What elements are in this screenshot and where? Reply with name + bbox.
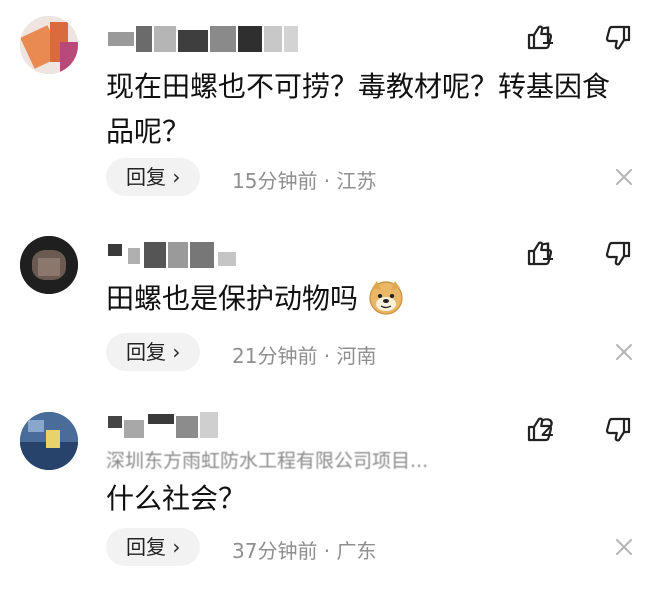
dislike-button[interactable] bbox=[604, 240, 634, 270]
like-count: 1 bbox=[540, 238, 556, 266]
region: 河南 bbox=[336, 344, 377, 368]
close-button[interactable] bbox=[614, 537, 634, 557]
comment-meta: 21分钟前 · 河南 bbox=[232, 340, 377, 369]
region: 广东 bbox=[336, 539, 377, 563]
timestamp: 37分钟前 bbox=[232, 539, 318, 563]
reply-button[interactable]: 回复 › bbox=[106, 333, 201, 371]
like-count: 2 bbox=[540, 414, 556, 442]
user-subtitle: 深圳东方雨虹防水工程有限公司项目... bbox=[106, 450, 429, 472]
timestamp: 21分钟前 bbox=[232, 344, 318, 368]
comment-text: 田螺也是保护动物吗 bbox=[106, 276, 636, 321]
region: 江苏 bbox=[336, 169, 377, 193]
avatar[interactable] bbox=[20, 412, 78, 470]
close-icon bbox=[616, 344, 632, 360]
comment-meta: 15分钟前 · 江苏 bbox=[232, 165, 377, 194]
avatar[interactable] bbox=[20, 236, 78, 294]
thumbs-down-icon bbox=[605, 417, 631, 442]
comment-text-body: 田螺也是保护动物吗 bbox=[106, 282, 359, 315]
comment-text: 什么社会？ bbox=[106, 482, 247, 515]
reply-button[interactable]: 回复 › bbox=[106, 158, 201, 196]
avatar[interactable] bbox=[20, 16, 78, 74]
thumbs-down-icon bbox=[605, 241, 631, 266]
doge-emoji bbox=[369, 281, 403, 315]
timestamp: 15分钟前 bbox=[232, 169, 318, 193]
dislike-button[interactable] bbox=[604, 24, 634, 54]
comment-text: 现在田螺也不可捞？毒教材呢？转基因食品呢？ bbox=[106, 70, 611, 148]
separator: · bbox=[317, 344, 337, 368]
close-icon bbox=[616, 169, 632, 185]
close-icon bbox=[616, 539, 632, 555]
comment-meta: 37分钟前 · 广东 bbox=[232, 535, 377, 564]
reply-button[interactable]: 回复 › bbox=[106, 528, 201, 566]
separator: · bbox=[317, 169, 337, 193]
separator: · bbox=[317, 539, 337, 563]
thumbs-down-icon bbox=[605, 25, 631, 50]
close-button[interactable] bbox=[614, 167, 634, 187]
dislike-button[interactable] bbox=[604, 416, 634, 446]
like-count: 1 bbox=[540, 22, 556, 50]
close-button[interactable] bbox=[614, 342, 634, 362]
